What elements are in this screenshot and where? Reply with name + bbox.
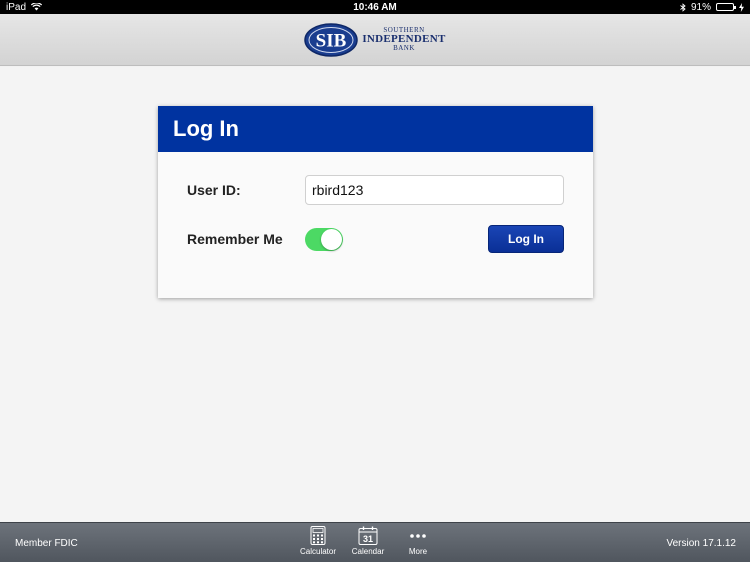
logo-text: SOUTHERN INDEPENDENT BANK	[362, 27, 445, 52]
wifi-icon	[31, 3, 43, 11]
remember-me-toggle[interactable]	[305, 227, 343, 251]
tab-more-label: More	[408, 547, 428, 556]
calculator-icon	[310, 526, 326, 545]
status-left: iPad	[6, 1, 43, 13]
status-time: 10:46 AM	[353, 1, 397, 13]
tab-more[interactable]: More	[400, 526, 436, 556]
status-right: 91%	[680, 2, 744, 13]
calendar-icon: 31	[358, 526, 378, 545]
login-button[interactable]: Log In	[488, 225, 564, 253]
tab-calculator[interactable]: Calculator	[300, 526, 336, 556]
tab-calendar[interactable]: 31 Calendar	[350, 526, 386, 556]
login-title: Log In	[158, 106, 593, 152]
member-fdic-text: Member FDIC	[15, 538, 78, 549]
more-icon	[410, 534, 426, 538]
tab-calendar-label: Calendar	[351, 547, 385, 556]
logo-line-3: BANK	[393, 44, 415, 52]
tab-calculator-label: Calculator	[300, 547, 337, 556]
remember-me-row: Remember Me Log In	[187, 225, 564, 253]
logo-mark-text: SIB	[316, 30, 347, 51]
app-header: SIB SOUTHERN INDEPENDENT BANK	[0, 14, 750, 66]
charging-icon	[739, 2, 744, 12]
user-id-label: User ID:	[187, 182, 241, 198]
toggle-knob	[321, 228, 342, 250]
tab-items: Calculator 31 Calendar More	[300, 526, 436, 556]
login-card: Log In User ID: Remember Me Log In	[158, 106, 593, 298]
version-text: Version 17.1.12	[666, 538, 737, 549]
bank-logo: SIB SOUTHERN INDEPENDENT BANK	[304, 22, 445, 57]
device-name: iPad	[6, 1, 27, 13]
battery-percent: 91%	[690, 1, 711, 13]
bluetooth-icon	[680, 2, 686, 12]
user-id-row: User ID:	[187, 175, 564, 205]
main-content: Log In User ID: Remember Me Log In	[0, 67, 750, 522]
status-bar: iPad 10:46 AM 91%	[0, 0, 750, 14]
calendar-day-text: 31	[363, 534, 373, 544]
user-id-input[interactable]	[305, 175, 564, 205]
sib-logo-mark: SIB	[304, 22, 359, 57]
bottom-bar: Member FDIC Calculator 31 Calendar More …	[0, 522, 750, 562]
battery-icon	[716, 3, 736, 11]
remember-me-label: Remember Me	[187, 231, 283, 247]
